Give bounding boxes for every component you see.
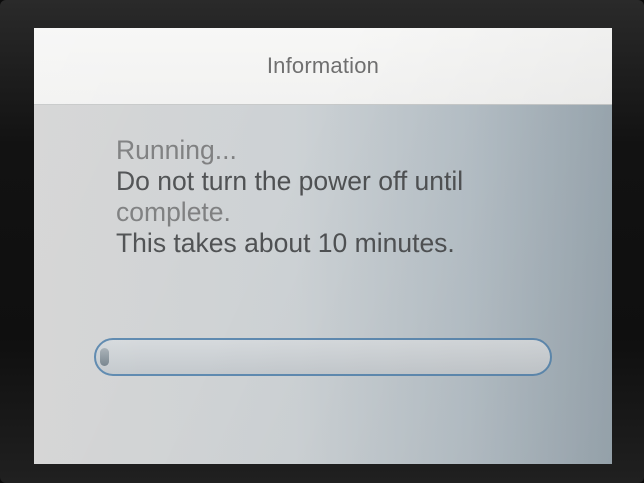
dialog-content: Running... Do not turn the power off unt… — [34, 105, 612, 464]
dialog-title-bar: Information — [34, 28, 612, 105]
message-line-complete: complete. — [116, 197, 231, 227]
device-screen: Information Running... Do not turn the p… — [34, 28, 612, 464]
progress-bar — [94, 338, 552, 376]
message-line-status: Running... — [116, 135, 237, 165]
progress-bar-fill — [100, 348, 109, 366]
message-line-duration: This takes about 10 minutes. — [116, 228, 455, 258]
dialog-title: Information — [266, 53, 380, 78]
message-line-warning: Do not turn the power off until — [116, 166, 464, 196]
dialog-message: Running... Do not turn the power off unt… — [116, 135, 586, 259]
